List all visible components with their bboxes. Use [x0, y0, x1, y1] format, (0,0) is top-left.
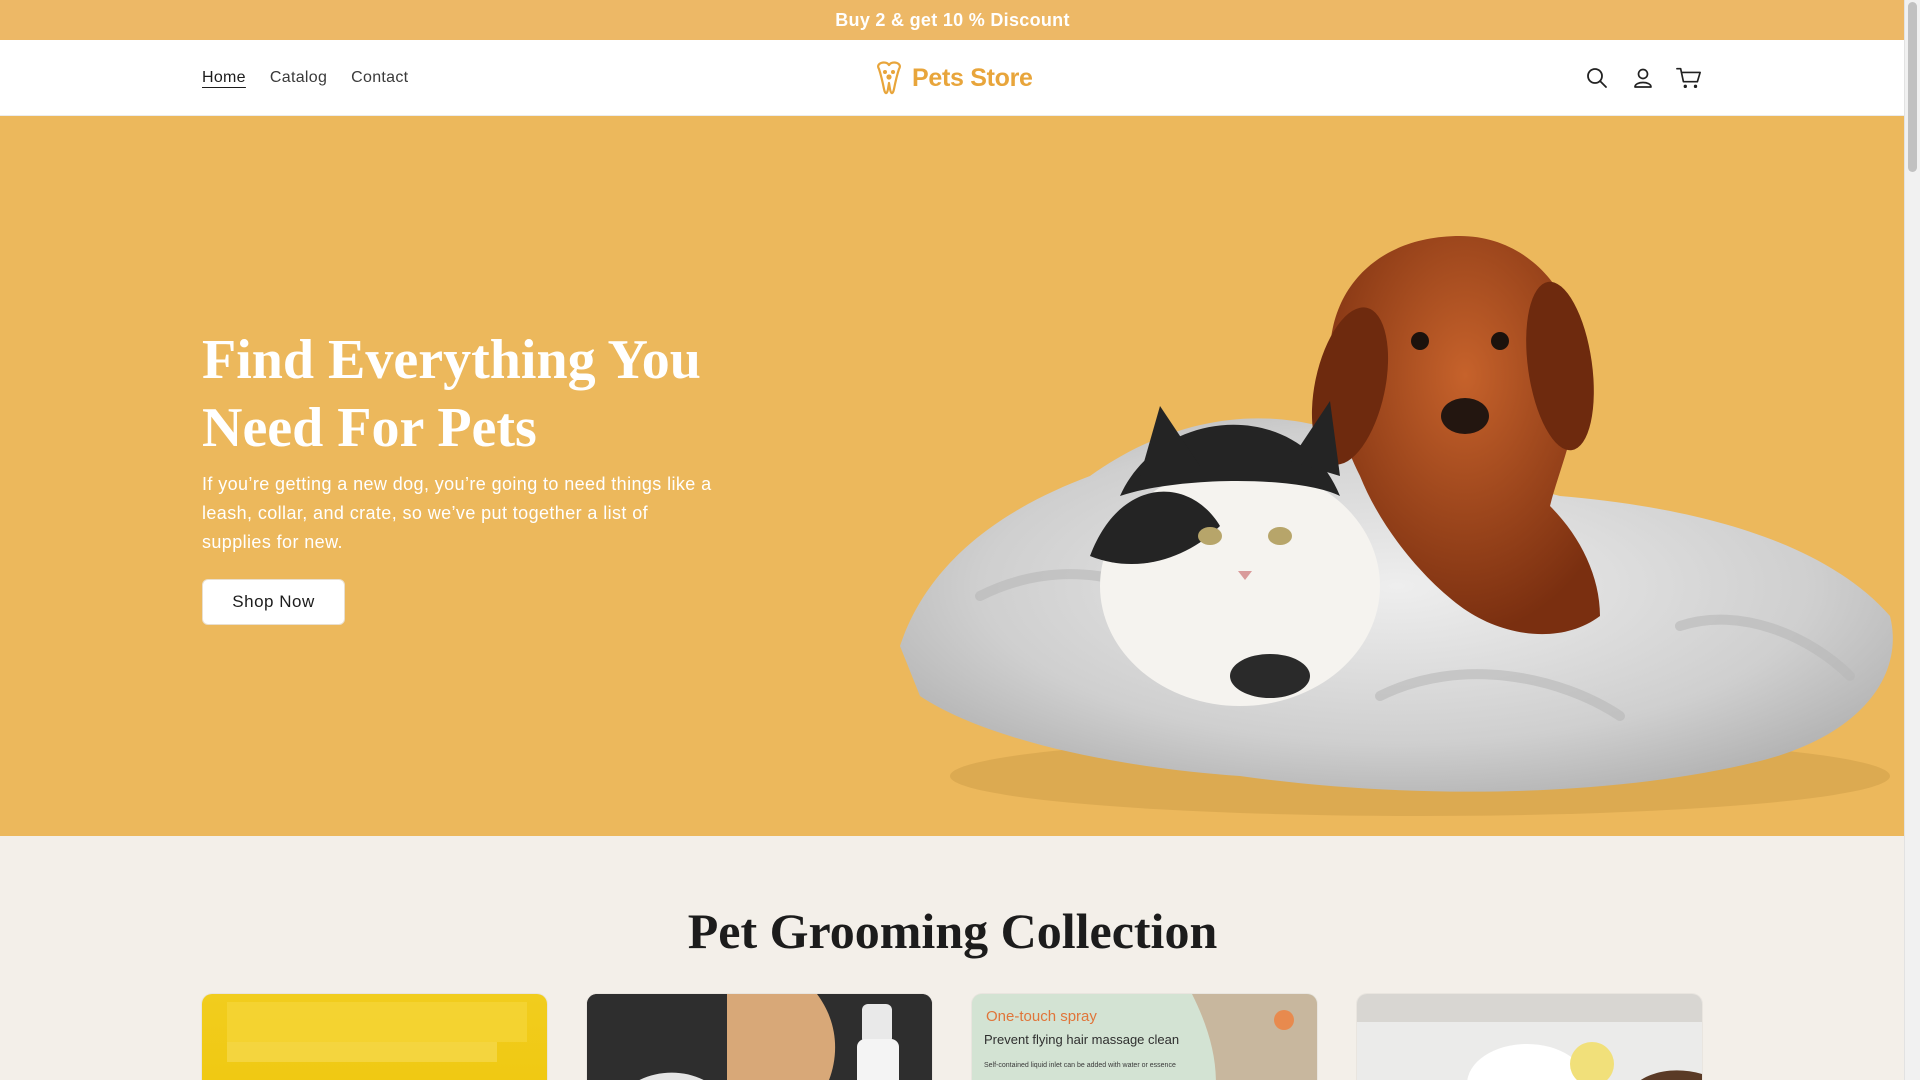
product-card[interactable] — [587, 994, 932, 1080]
main-nav: Home Catalog Contact — [202, 40, 408, 115]
hero-title: Find Everything You Need For Pets — [202, 329, 701, 459]
product-image — [1357, 994, 1702, 1080]
collection-title: Pet Grooming Collection — [687, 903, 1218, 959]
scrollbar-thumb[interactable] — [1908, 2, 1917, 172]
card-prevent-label: Prevent flying hair massage clean — [984, 1032, 1180, 1047]
product-card[interactable] — [202, 994, 547, 1080]
cart-icon[interactable] — [1676, 65, 1702, 91]
product-card[interactable] — [1357, 994, 1702, 1080]
card-small-label: Self-contained liquid inlet can be added… — [984, 1062, 1176, 1069]
nav-home[interactable]: Home — [202, 69, 246, 87]
shop-now-button[interactable]: Shop Now — [202, 579, 345, 625]
page: Buy 2 & get 10 % Discount Home Catalog C… — [0, 0, 1905, 1080]
cat-and-dog-on-blanket-image — [900, 236, 1893, 816]
product-card[interactable]: One-touch spray Prevent flying hair mass… — [972, 994, 1317, 1080]
nav-contact[interactable]: Contact — [351, 69, 408, 87]
page-scrollbar[interactable] — [1904, 0, 1920, 1080]
announcement-text: Buy 2 & get 10 % Discount — [835, 9, 1070, 30]
header-icons — [1584, 40, 1702, 115]
logo-text: Pets Store — [912, 63, 1033, 92]
product-image — [587, 994, 932, 1080]
announcement-bar: Buy 2 & get 10 % Discount — [0, 0, 1905, 40]
account-icon[interactable] — [1630, 65, 1656, 91]
hero-text: If you’re getting a new dog, you’re goin… — [202, 474, 712, 552]
product-image — [227, 1002, 527, 1062]
store-logo[interactable]: Pets Store — [872, 58, 1033, 98]
paw-tooth-logo-icon — [877, 61, 901, 95]
nav-catalog[interactable]: Catalog — [270, 69, 327, 87]
collection-cards: One-touch spray Prevent flying hair mass… — [202, 994, 1702, 1080]
card-spray-label: One-touch spray — [986, 1008, 1097, 1025]
search-icon[interactable] — [1584, 65, 1610, 91]
hero-banner: Find Everything You Need For Pets If you… — [0, 116, 1905, 836]
site-header: Home Catalog Contact Pets Store — [0, 40, 1905, 116]
